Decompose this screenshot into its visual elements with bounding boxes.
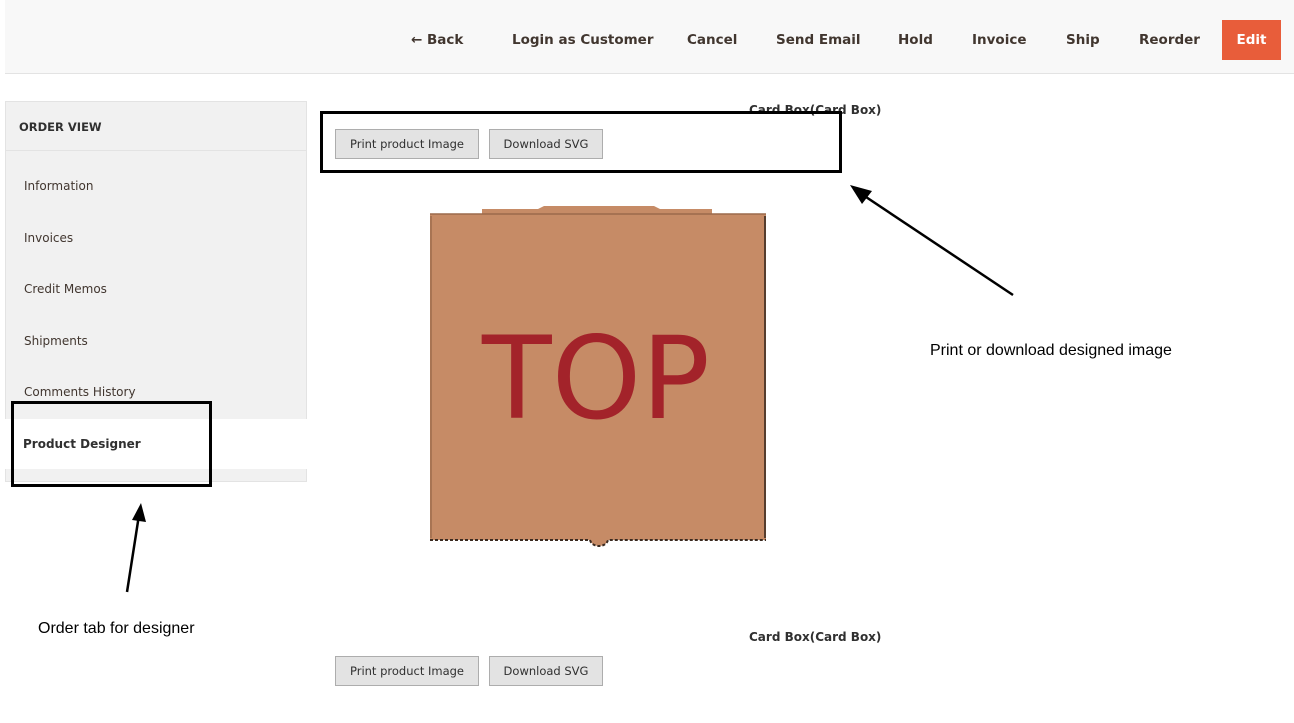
- reorder-button[interactable]: Reorder: [1139, 22, 1200, 58]
- callout-box-tab: [11, 401, 212, 487]
- send-email-button[interactable]: Send Email: [776, 22, 861, 58]
- print-product-image-button-2[interactable]: Print product Image: [335, 656, 479, 686]
- product-title-2: Card Box(Card Box): [749, 630, 882, 644]
- login-as-customer-button[interactable]: Login as Customer: [512, 22, 654, 58]
- download-svg-button-2[interactable]: Download SVG: [489, 656, 603, 686]
- annotation-print-download: Print or download designed image: [930, 342, 1172, 359]
- arrow-left-line: [125, 514, 141, 593]
- invoice-button[interactable]: Invoice: [972, 22, 1027, 58]
- product-design-image: TOP: [430, 206, 766, 547]
- sidebar-item-shipments[interactable]: Shipments: [24, 334, 88, 348]
- sidebar-tab-list: Information Invoices Credit Memos Shipme…: [5, 151, 307, 419]
- callout-box-buttons: [320, 111, 842, 173]
- box-design-text: TOP: [481, 312, 710, 445]
- sidebar-item-information[interactable]: Information: [24, 179, 93, 193]
- back-button[interactable]: ← Back: [411, 22, 463, 58]
- arrow-right-line: [859, 191, 1014, 297]
- edit-button[interactable]: Edit: [1222, 20, 1281, 60]
- cancel-button[interactable]: Cancel: [687, 22, 737, 58]
- arrow-left-head: [132, 503, 146, 522]
- sidebar-item-credit-memos[interactable]: Credit Memos: [24, 282, 107, 296]
- sidebar-title: ORDER VIEW: [5, 101, 307, 151]
- sidebar-item-invoices[interactable]: Invoices: [24, 231, 73, 245]
- hold-button[interactable]: Hold: [898, 22, 933, 58]
- page-actions-toolbar: ← Back Login as Customer Cancel Send Ema…: [5, 0, 1294, 74]
- arrow-right-head: [850, 185, 872, 204]
- sidebar-item-comments-history[interactable]: Comments History: [24, 385, 136, 399]
- ship-button[interactable]: Ship: [1066, 22, 1100, 58]
- annotation-order-tab: Order tab for designer: [38, 620, 195, 637]
